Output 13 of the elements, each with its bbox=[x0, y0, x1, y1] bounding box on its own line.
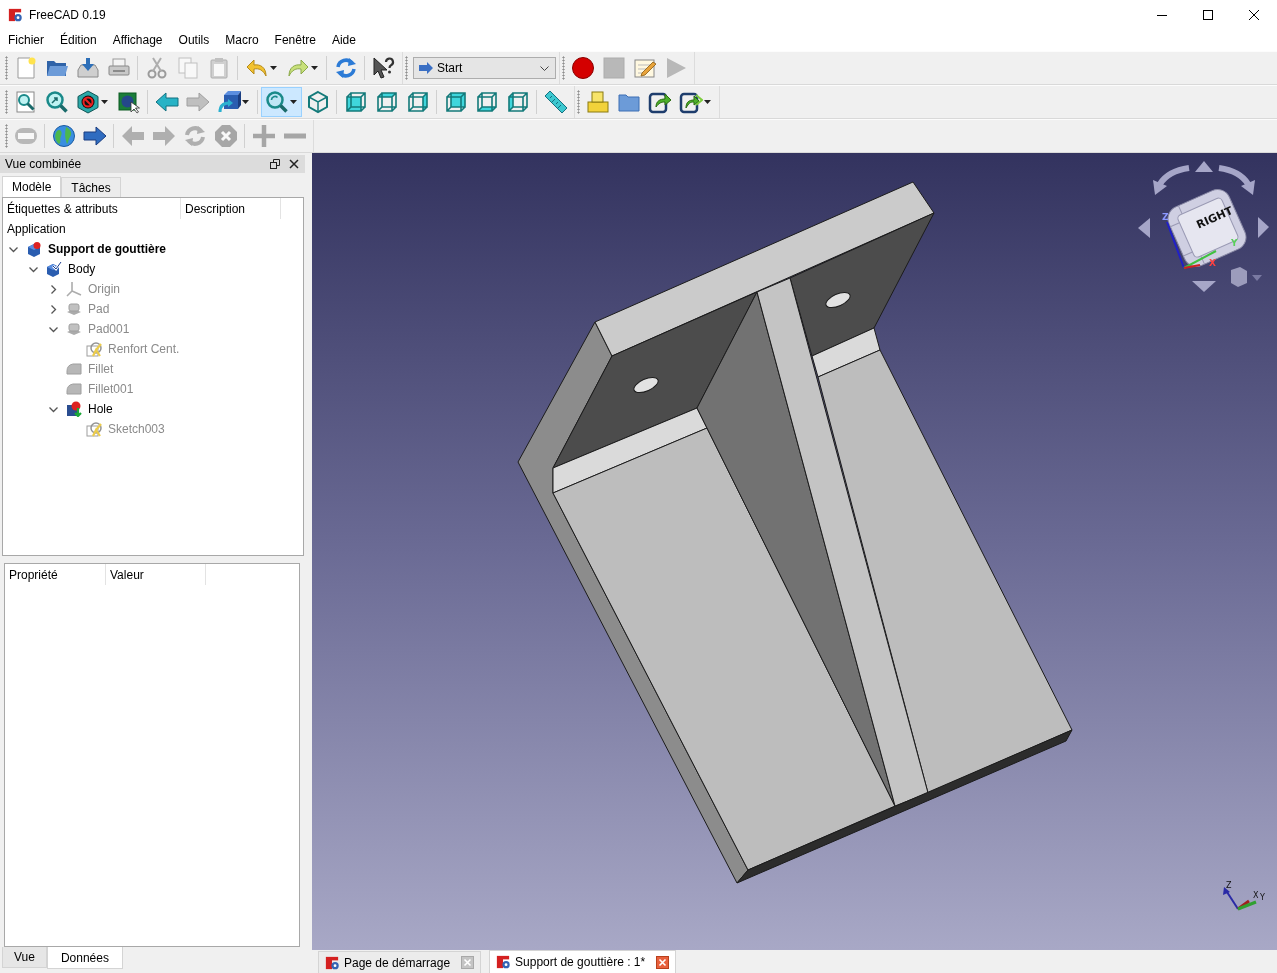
column-header: Étiquettes & attributs bbox=[3, 198, 181, 219]
axis-label: Z bbox=[1226, 881, 1232, 890]
panel-title: Vue combinée bbox=[5, 157, 83, 171]
axis-label: Y bbox=[1231, 238, 1238, 248]
axis-label: X bbox=[1209, 258, 1216, 268]
axis-label: Z bbox=[1162, 212, 1169, 222]
axis-label: Y bbox=[1260, 893, 1265, 902]
axis-label: X bbox=[1253, 891, 1259, 900]
column-header: Valeur bbox=[106, 564, 206, 585]
column-header: Propriété bbox=[5, 564, 106, 585]
tree-root-label: Application bbox=[7, 222, 66, 236]
column-header: Description bbox=[181, 198, 281, 219]
window-title: FreeCAD 0.19 bbox=[29, 8, 106, 22]
